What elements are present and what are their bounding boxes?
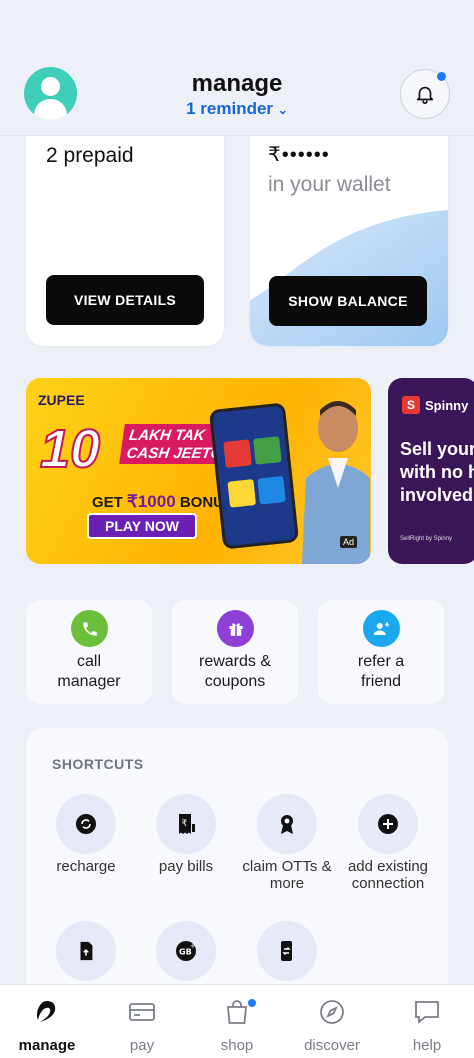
- bell-icon: [416, 86, 434, 104]
- nav-label: shop: [220, 1037, 254, 1054]
- status-time: 7:45:55: [74, 22, 125, 39]
- compass-icon: [287, 997, 377, 1027]
- zupee-logo: ZUPEE: [38, 392, 85, 408]
- refer-friend-label: refer a friend: [318, 652, 444, 692]
- bill-icon: ₹: [156, 794, 216, 854]
- shortcut-label: pay bills: [158, 858, 214, 875]
- nav-discover[interactable]: discover: [287, 997, 377, 1054]
- status-network: 0.00 KB/S: [288, 22, 356, 39]
- nav-label: discover: [304, 1037, 360, 1054]
- spinny-line-1: Sell your: [400, 439, 474, 459]
- chevron-down-icon: ⌄: [277, 103, 288, 117]
- spinny-footer: SellRight by Spinny: [400, 536, 453, 542]
- spinny-mark-icon: S: [402, 396, 420, 414]
- status-bar: 7:45:55 0.00 KB/S 86%: [0, 0, 474, 60]
- spinny-line-2: with no h: [400, 462, 474, 482]
- shortcuts-title: SHORTCUTS: [52, 756, 144, 772]
- card-icon: [97, 997, 187, 1027]
- nav-shop[interactable]: shop: [192, 997, 282, 1054]
- shortcut-label: claim OTTs & more: [242, 858, 332, 892]
- rewards-coupons-tile[interactable]: rewards & coupons: [172, 600, 298, 704]
- spinny-brand: Spinny: [425, 397, 469, 413]
- person-add-icon: [363, 610, 400, 647]
- shortcut-recharge[interactable]: recharge: [36, 794, 136, 875]
- view-details-button[interactable]: VIEW DETAILS: [46, 275, 204, 325]
- shortcut-label: add existing connection: [347, 858, 429, 892]
- shortcut-phone-transfer[interactable]: [237, 921, 337, 981]
- celebrity-illustration: [302, 401, 370, 564]
- nav-label: manage: [18, 1037, 76, 1054]
- badge-icon: [257, 794, 317, 854]
- shortcut-label: recharge: [56, 858, 116, 875]
- shop-notification-dot: [248, 999, 256, 1007]
- refer-friend-tile[interactable]: refer a friend: [318, 600, 444, 704]
- bottom-navigation: manage pay shop discover help: [0, 984, 474, 1058]
- call-manager-label: call manager: [26, 652, 152, 692]
- spinny-logo: S Spinny: [402, 396, 468, 414]
- nav-pay[interactable]: pay: [97, 997, 187, 1054]
- zupee-number: 10: [39, 418, 101, 480]
- tile-label-line-2: manager: [57, 673, 121, 690]
- status-battery: 86%: [366, 22, 397, 39]
- zupee-ad-banner[interactable]: ZUPEE 10 LAKH TAK CASH JEETO GET ₹1000 B…: [26, 378, 371, 564]
- gift-icon: [217, 610, 254, 647]
- spinny-line-3: involved: [400, 485, 474, 505]
- rewards-coupons-label: rewards & coupons: [172, 652, 298, 692]
- phone-icon: [71, 610, 108, 647]
- svg-text:₹: ₹: [182, 819, 188, 829]
- plus-icon: [358, 794, 418, 854]
- bonus-prefix: GET: [92, 494, 123, 511]
- sim-icon: [56, 921, 116, 981]
- notification-dot: [437, 72, 446, 81]
- tile-label-line-2: coupons: [204, 673, 266, 690]
- nav-help[interactable]: help: [382, 997, 472, 1054]
- shortcut-add-existing-connection[interactable]: add existing connection: [338, 794, 438, 892]
- wallet-card[interactable]: ₹•••••• in your wallet SHOW BALANCE: [250, 120, 448, 346]
- tile-label-line-1: call: [76, 653, 101, 670]
- nav-label: help: [412, 1037, 442, 1054]
- ad-label: Ad: [339, 536, 357, 548]
- svg-text:+: +: [190, 942, 196, 950]
- recharge-icon: [56, 794, 116, 854]
- tile-label-line-1: rewards &: [198, 653, 272, 670]
- play-now-button[interactable]: PLAY NOW: [87, 513, 197, 539]
- spinny-headline: Sell your with no h involved: [400, 438, 474, 507]
- airtel-icon: [2, 997, 92, 1027]
- shortcut-pay-bills[interactable]: ₹ pay bills: [136, 794, 236, 875]
- shortcut-data[interactable]: GB +: [136, 921, 236, 981]
- bag-icon: [192, 997, 282, 1027]
- reminder-text: 1 reminder: [186, 99, 274, 118]
- data-gb-icon: GB +: [156, 921, 216, 981]
- tile-label-line-1: refer a: [357, 653, 405, 670]
- phone-transfer-icon: [257, 921, 317, 981]
- prepaid-count: 2 prepaid: [46, 144, 134, 167]
- shortcuts-panel: SHORTCUTS recharge ₹ pay bills claim OTT…: [26, 728, 448, 1028]
- nav-label: pay: [129, 1037, 155, 1054]
- notification-button[interactable]: [400, 69, 450, 119]
- bonus-amount: ₹1000: [127, 492, 176, 511]
- wallet-label: in your wallet: [268, 173, 391, 196]
- wallet-amount: ₹••••••: [268, 144, 330, 166]
- nav-manage[interactable]: manage: [2, 997, 92, 1054]
- tile-label-line-2: friend: [360, 673, 402, 690]
- shortcut-claim-otts[interactable]: claim OTTs & more: [237, 794, 337, 892]
- chat-icon: [382, 997, 472, 1027]
- app-header: manage 1 reminder ⌄: [0, 60, 474, 136]
- prepaid-card[interactable]: 2 prepaid VIEW DETAILS: [26, 120, 224, 346]
- shortcut-sim[interactable]: [36, 921, 136, 981]
- call-manager-tile[interactable]: call manager: [26, 600, 152, 704]
- phone-illustration: [208, 402, 300, 550]
- show-balance-button[interactable]: SHOW BALANCE: [269, 276, 427, 326]
- spinny-ad-banner[interactable]: S Spinny Sell your with no h involved Se…: [388, 378, 474, 564]
